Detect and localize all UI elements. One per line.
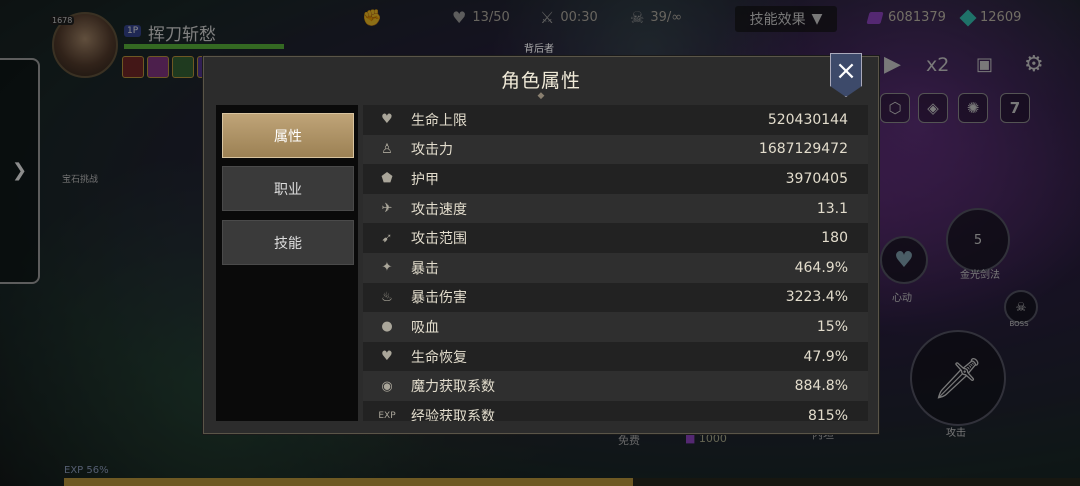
stat-row: ➹ 攻击范围 180 [363,223,868,253]
heart-icon: ♥ [381,112,393,128]
stat-name: 暴击伤害 [411,290,467,307]
title-ornament-icon: ◆ [537,91,545,101]
stat-row: ♥ 生命恢复 47.9% [363,341,868,372]
stat-value: 3223.4% [785,289,848,306]
stat-row: ♥ 生命上限 520430144 [363,105,868,135]
tab-panel: 属性 职业 技能 [216,105,358,421]
dialog-title: 角色属性 [500,69,581,92]
stat-name: 攻击范围 [411,231,467,248]
stat-value: 815% [807,407,848,421]
stat-name: 暴击 [411,260,439,277]
stats-list[interactable]: ♥ 生命上限 520430144 ♙ 攻击力 1687129472 ⬟ 护甲 3970405 ✈ 攻… [363,105,868,421]
stat-row: ⬟ 护甲 3970405 [363,164,868,194]
stat-value: 464.9% [794,259,848,276]
stat-value: 884.8% [794,378,848,395]
tab-skills[interactable]: 技能 [222,220,354,265]
bomb-icon: ◉ [381,378,393,394]
stat-row: ♨ 暴击伤害 3223.4% [363,282,868,313]
stat-row: ◉ 魔力获取系数 884.8% [363,371,868,401]
stat-value: 3970405 [785,170,848,187]
runner-icon: ✈ [381,201,393,217]
stat-value: 1687129472 [758,141,848,158]
drop-icon: ● [381,319,393,335]
stat-name: 生命恢复 [411,349,467,366]
stat-row: EXP 经验获取系数 815% [363,400,868,421]
flame-icon: ♨ [381,289,393,305]
stat-row: ✦ 暴击 464.9% [363,252,868,283]
stat-value: 13.1 [816,200,848,217]
bow-icon: ➹ [381,230,393,246]
stat-row: ♙ 攻击力 1687129472 [363,134,868,165]
stat-name: 攻击力 [411,142,453,159]
stat-row: ● 吸血 15% [363,312,868,342]
close-button[interactable]: × [830,53,862,97]
sword-icon: ♙ [381,141,393,157]
tab-class[interactable]: 职业 [222,166,354,211]
stat-value: 15% [816,318,848,335]
dialog-header: 角色属性 ◆ × [204,53,878,101]
stat-name: 魔力获取系数 [411,379,495,396]
stat-name: 生命上限 [411,112,467,129]
shield-icon: ⬟ [381,171,393,187]
stat-name: 经验获取系数 [411,408,495,421]
tab-attributes[interactable]: 属性 [222,113,354,158]
stat-name: 攻击速度 [411,201,467,218]
stat-value: 520430144 [767,111,848,128]
crit-icon: ✦ [381,260,393,276]
stat-row: ✈ 攻击速度 13.1 [363,193,868,224]
heart-regen-icon: ♥ [381,349,393,365]
stat-value: 180 [821,230,848,247]
exp-icon: EXP [378,410,396,421]
stat-name: 吸血 [411,319,439,336]
character-attributes-dialog: 角色属性 ◆ × 属性 职业 技能 ♥ 生命上限 520430144 ♙ 攻击力 1687… [203,53,879,434]
close-icon: × [835,56,857,86]
stat-name: 护甲 [411,171,439,188]
stat-value: 47.9% [803,348,848,365]
top-center-label: 背后者 [524,44,554,55]
